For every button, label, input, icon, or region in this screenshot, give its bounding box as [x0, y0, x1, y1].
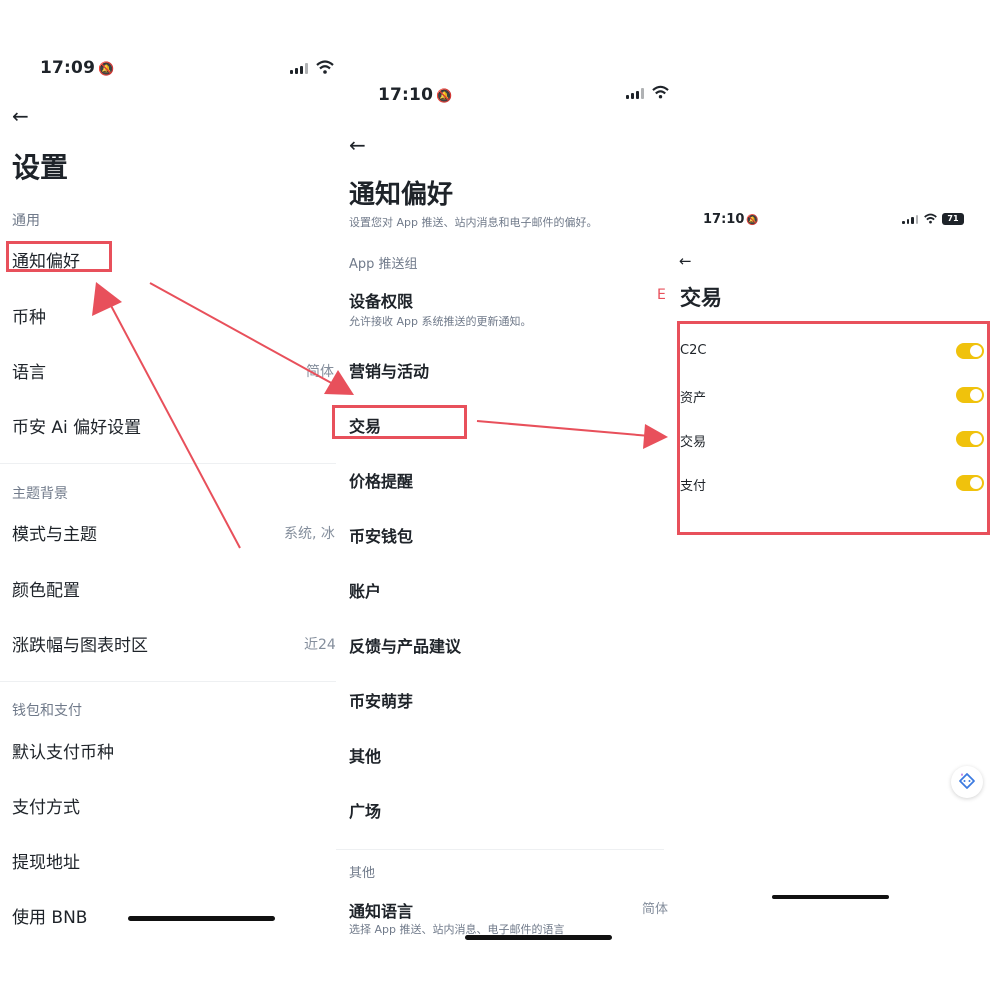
arrow-to-trade — [149, 282, 354, 395]
annotation-arrows — [92, 282, 668, 549]
arrow-to-toggles — [476, 420, 668, 449]
arrow-to-notify — [92, 282, 241, 549]
